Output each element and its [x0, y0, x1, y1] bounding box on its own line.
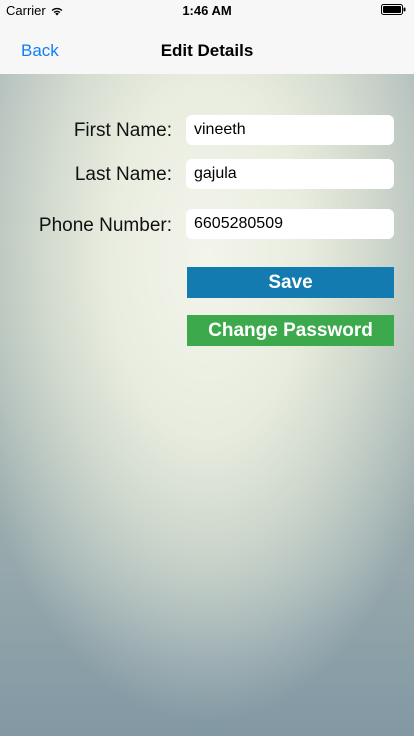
last-name-label: Last Name:	[74, 164, 172, 185]
last-name-field[interactable]	[186, 159, 394, 189]
navigation-bar: Back Edit Details	[0, 20, 414, 74]
status-bar: Carrier 1:46 AM	[0, 0, 414, 20]
first-name-field[interactable]	[186, 115, 394, 145]
phone-number-label: Phone Number:	[38, 215, 172, 236]
page-title: Edit Details	[160, 41, 254, 60]
phone-number-field[interactable]	[186, 209, 394, 239]
edit-details-screen: Carrier 1:46 AM Back Edit Details First …	[0, 0, 414, 736]
form-content-area: First Name: Last Name: Phone Number: Sav…	[0, 74, 414, 736]
change-password-button[interactable]: Change Password	[187, 315, 394, 346]
battery-icon	[381, 4, 406, 15]
first-name-label: First Name:	[73, 120, 172, 141]
save-button[interactable]: Save	[187, 267, 394, 298]
status-time: 1:46 AM	[182, 3, 232, 18]
